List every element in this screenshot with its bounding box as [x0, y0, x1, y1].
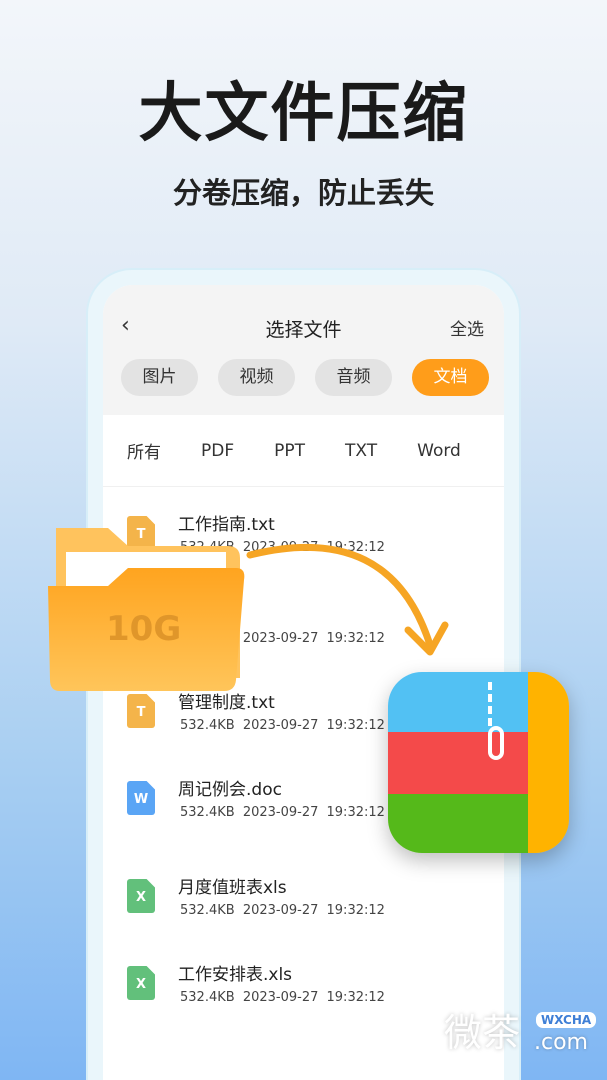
- file-meta: 532.4KB 2023-09-27 19:32:12: [180, 903, 385, 918]
- file-type-icon: T: [127, 694, 155, 728]
- file-meta: 532.4KB 2023-09-27 19:32:12: [180, 990, 385, 1005]
- file-type-icon: W: [127, 781, 155, 815]
- filter-ppt[interactable]: PPT: [274, 441, 305, 461]
- file-name: 周记例会.doc: [178, 780, 282, 800]
- headline: 大文件压缩: [138, 77, 469, 151]
- file-type-icon: X: [127, 966, 155, 1000]
- file-name: 月度值班表xls: [178, 878, 287, 898]
- file-type-icon: X: [127, 879, 155, 913]
- tab-documents[interactable]: 文档: [412, 359, 489, 396]
- filter-bar: 所有 PDF PPT TXT Word: [103, 415, 504, 487]
- filter-txt[interactable]: TXT: [345, 441, 377, 461]
- folder-size-label: 10G: [106, 609, 181, 649]
- tab-videos[interactable]: 视频: [218, 359, 295, 396]
- folder-icon: 10G: [48, 528, 245, 691]
- filter-pdf[interactable]: PDF: [201, 441, 234, 461]
- file-meta: 532.4KB 2023-09-27 19:32:12: [180, 805, 385, 820]
- watermark-badge: WXCHA: [536, 1012, 597, 1028]
- file-meta: 532.4KB 2023-09-27 19:32:12: [180, 718, 385, 733]
- watermark-domain: .com: [534, 1030, 588, 1055]
- filter-all[interactable]: 所有: [127, 438, 161, 463]
- watermark-text: 微茶: [444, 1011, 521, 1055]
- select-all-button[interactable]: 全选: [450, 315, 484, 340]
- file-list-item[interactable]: X 月度值班表xls 532.4KB 2023-09-27 19:32:12: [103, 873, 504, 933]
- header: ‹ 选择文件 全选 图片 视频 音频 文档: [103, 285, 504, 415]
- watermark: 微茶 WXCHA .com: [444, 1010, 597, 1060]
- page-title: 选择文件: [265, 319, 342, 341]
- subtitle: 分卷压缩，防止丢失: [172, 176, 434, 210]
- arrow-icon: [246, 544, 449, 656]
- tab-audio[interactable]: 音频: [315, 359, 392, 396]
- tab-images[interactable]: 图片: [121, 359, 198, 396]
- app-logo-zip-icon: [388, 672, 569, 853]
- file-name: 工作安排表.xls: [178, 965, 293, 985]
- filter-word[interactable]: Word: [417, 441, 461, 461]
